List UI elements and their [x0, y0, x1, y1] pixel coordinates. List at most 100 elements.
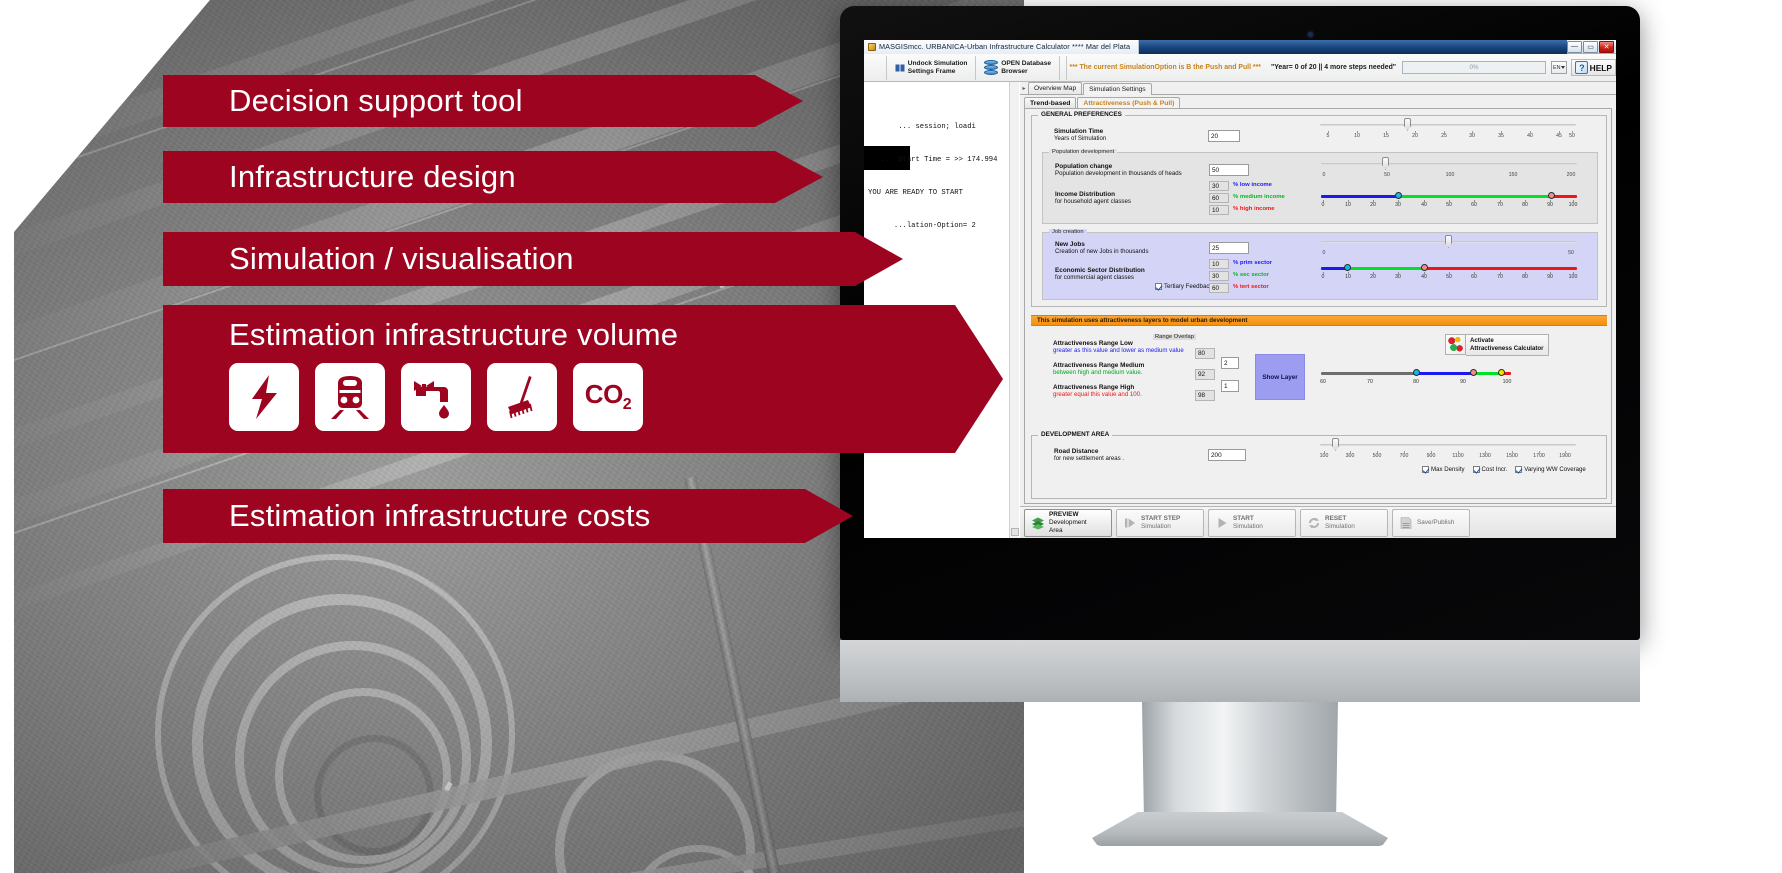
language-select[interactable]: EN	[1550, 61, 1567, 74]
low-income-label: % low income	[1233, 182, 1272, 188]
new-jobs-sub: Creation of new Jobs in thousands	[1055, 248, 1149, 255]
simulation-time-label: Simulation Time Years of Simulation	[1054, 128, 1106, 142]
attractiveness-high-title: Attractiveness Range High	[1053, 384, 1135, 391]
banner-estimation-infrastructure-costs: Estimation infrastructure costs	[163, 489, 853, 543]
co2-label: CO2	[584, 379, 632, 414]
simulation-time-slider[interactable]: 5 10 15 20 25 30 35 40 45 50	[1320, 118, 1576, 142]
attractiveness-medium-sub: between high and medium value.	[1053, 369, 1143, 376]
max-density-checkbox[interactable]: Max Density	[1422, 466, 1465, 473]
start-simulation-button[interactable]: START Simulation	[1208, 508, 1296, 537]
attractiveness-low-title: Attractiveness Range Low	[1053, 340, 1133, 347]
start-button-label: START Simulation	[1233, 515, 1263, 531]
income-distribution-range-slider[interactable]: 0 10 20 30 40 50 60 70 80 90 100	[1321, 191, 1577, 211]
attractiveness-range-slider[interactable]: 60 70 80 90 100	[1320, 368, 1511, 388]
banner-label: Estimation infrastructure costs	[229, 498, 651, 533]
monitor-stand-neck	[1142, 702, 1338, 822]
sector-knob-sec[interactable]	[1421, 264, 1428, 271]
db-label-line1: OPEN Database	[1001, 59, 1052, 67]
economic-sector-sub: for commercial agent classes	[1055, 274, 1134, 281]
tab-simulation-settings[interactable]: Simulation Settings	[1083, 83, 1152, 95]
tertiary-feedback-checkbox[interactable]: Tertiary Feedback	[1155, 283, 1212, 290]
water-icon	[401, 363, 471, 431]
tertiary-feedback-label: Tertiary Feedback	[1164, 283, 1213, 290]
cost-incr-label: Cost Incr.	[1481, 466, 1508, 473]
attractiveness-knob-medium[interactable]	[1470, 369, 1477, 376]
medium-income-label: % medium income	[1233, 194, 1285, 200]
db-label-line2: Browser	[1001, 67, 1028, 75]
income-distribution-sub: for household agent classes	[1055, 198, 1131, 205]
new-jobs-slider[interactable]: 0 50	[1321, 235, 1577, 257]
varying-ww-coverage-checkbox[interactable]: Varying WW Coverage	[1515, 466, 1586, 473]
help-button[interactable]: HELP	[1570, 59, 1616, 76]
maximize-button[interactable]: ▭	[1583, 40, 1598, 53]
tab-scroll-left-icon[interactable]: ▸	[1020, 85, 1028, 94]
undock-simulation-settings-button[interactable]: Undock Simulation Settings Frame	[890, 55, 973, 81]
population-change-slider[interactable]: 0 50 100 150 200	[1321, 157, 1577, 179]
console-scrollbar[interactable]	[1009, 54, 1019, 538]
income-distribution-title: Income Distribution	[1055, 191, 1116, 198]
electricity-icon	[229, 363, 299, 431]
banner-simulation-visualisation: Simulation / visualisation	[163, 232, 903, 286]
banner-label: Infrastructure design	[229, 159, 516, 194]
attractiveness-high-value: 98	[1195, 390, 1215, 401]
economic-sector-ticks: 0 10 20 30 40 50 60 70 80 90 100	[1321, 272, 1578, 280]
income-distribution-label: Income Distribution for household agent …	[1055, 191, 1131, 205]
banner-infrastructure-design: Infrastructure design	[163, 151, 823, 203]
show-layer-button[interactable]: Show Layer	[1255, 354, 1305, 400]
simulation-time-slider-thumb[interactable]	[1404, 118, 1411, 131]
help-label: HELP	[1589, 62, 1613, 73]
road-distance-sub: for new settlement areas .	[1054, 455, 1125, 462]
help-icon	[1574, 61, 1588, 74]
monitor-chin	[840, 640, 1640, 702]
scroll-down-icon[interactable]	[1011, 528, 1019, 536]
attractiveness-knob-low[interactable]	[1413, 369, 1420, 376]
income-knob-high[interactable]	[1548, 192, 1555, 199]
minimize-button[interactable]: —	[1567, 40, 1582, 53]
population-change-ticks: 0 50 100 150 200	[1322, 172, 1576, 178]
preview-development-area-button[interactable]: PREVIEW Development Area	[1024, 508, 1112, 537]
co2-icon: CO2	[573, 363, 643, 431]
start-line1: START	[1233, 514, 1254, 522]
new-jobs-slider-thumb[interactable]	[1445, 235, 1452, 248]
road-distance-input[interactable]: 200	[1208, 449, 1246, 461]
monitor-stand-foot	[1092, 812, 1388, 846]
console-line: .... Start Time = >> 174.994	[868, 156, 998, 164]
reset-simulation-button[interactable]: RESET Simulation	[1300, 508, 1388, 537]
simulation-time-input[interactable]: 20	[1208, 130, 1240, 142]
preview-line3: Area	[1049, 526, 1063, 534]
attractiveness-map-icon	[1445, 334, 1466, 355]
range-overlap-input-1[interactable]: 2	[1221, 357, 1239, 369]
new-jobs-label: New Jobs Creation of new Jobs in thousan…	[1055, 241, 1149, 255]
start-step-simulation-button[interactable]: START STEP Simulation	[1116, 508, 1204, 537]
attractiveness-notice-bar: This simulation uses attractiveness laye…	[1031, 315, 1607, 326]
economic-sector-range-slider[interactable]: 0 10 20 30 40 50 60 70 80 90 100	[1321, 263, 1577, 283]
console-window: ... session; loadi .... Start Time = >> …	[864, 54, 1020, 538]
activate-attractiveness-calculator-button[interactable]: Activate Attractiveness Calculator	[1445, 334, 1549, 356]
year-status: "Year= 0 of 20 || 4 more steps needed"	[1270, 64, 1397, 71]
open-database-browser-button[interactable]: OPEN Database Browser	[979, 55, 1056, 81]
attractiveness-low-value: 80	[1195, 348, 1215, 359]
road-distance-title: Road Distance	[1054, 448, 1099, 455]
attractiveness-panel: Range Overlap Attractiveness Range Low g…	[1031, 326, 1607, 430]
database-icon	[984, 59, 999, 76]
save-publish-button[interactable]: Save/Publish	[1392, 508, 1470, 537]
range-overlap-input-2[interactable]: 1	[1221, 380, 1239, 392]
income-knob-low[interactable]	[1395, 192, 1402, 199]
economic-sector-label: Economic Sector Distribution for commerc…	[1055, 267, 1145, 281]
population-change-input[interactable]: 50	[1209, 164, 1249, 176]
tab-overview-map[interactable]: Overview Map	[1028, 82, 1083, 94]
monitor-screen: ... session; loadi .... Start Time = >> …	[864, 40, 1616, 538]
population-change-slider-thumb[interactable]	[1382, 157, 1389, 170]
cost-incr-checkbox[interactable]: Cost Incr.	[1472, 466, 1508, 473]
simulation-time-sub: Years of Simulation	[1054, 135, 1107, 142]
road-distance-slider-thumb[interactable]	[1332, 438, 1339, 451]
checkbox-icon	[1422, 466, 1429, 473]
new-jobs-input[interactable]: 25	[1209, 242, 1249, 254]
sector-knob-prim[interactable]	[1344, 264, 1351, 271]
road-distance-slider[interactable]: 100 300 500 700 900 1100 1300 1500 1700 …	[1320, 438, 1576, 460]
close-button[interactable]: ✕	[1599, 40, 1614, 53]
reset-line1: RESET	[1325, 514, 1347, 522]
attractiveness-knob-high[interactable]	[1498, 369, 1505, 376]
varying-ww-coverage-label: Varying WW Coverage	[1524, 466, 1586, 473]
prim-sector-label: % prim sector	[1233, 260, 1272, 266]
